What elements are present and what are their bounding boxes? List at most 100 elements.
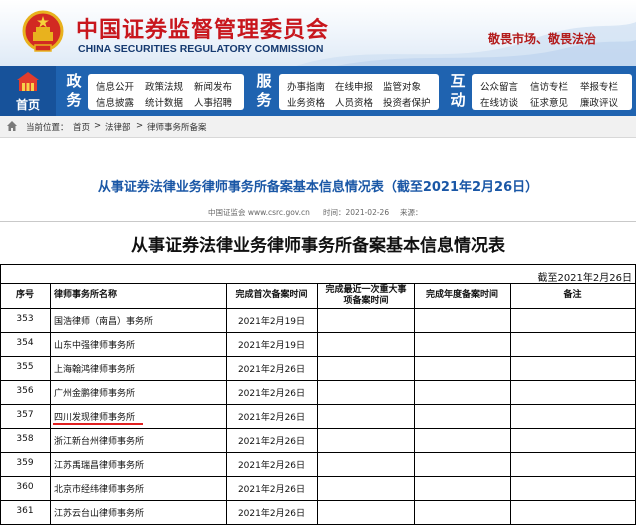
nav-links-government-affairs: 信息公开 政策法规 新闻发布 信息披露 统计数据 人事招聘 [88,74,244,110]
nav-link-policy-regulations[interactable]: 政策法规 [145,79,183,93]
breadcrumb-separator: > [136,121,144,131]
nav-links-services: 办事指南 在线申报 监管对象 业务资格 人员资格 投资者保护 [279,74,439,110]
table-border [0,452,636,453]
column-header-firm-name: 律师事务所名称 [54,290,118,300]
article-time: 时间：2021-02-26 [323,208,390,217]
breadcrumb-separator: > [94,121,102,131]
breadcrumb: 当前位置： 首页 > 法律部 > 律师事务所备案 [0,116,636,138]
nav-category-char: 政 [66,72,82,90]
row-first-filing: 2021年2月26日 [237,485,306,495]
table-border [414,283,415,524]
nav-category-char: 服 [256,72,272,90]
table-border [50,283,51,524]
nav-link-service-guide[interactable]: 办事指南 [287,79,325,93]
site-title-english: CHINA SECURITIES REGULATORY COMMISSION [78,43,324,55]
row-first-filing: 2021年2月26日 [237,509,306,519]
row-first-filing: 2021年2月26日 [237,365,306,375]
breadcrumb-legal-dept-link[interactable]: 法律部 [105,121,131,133]
row-first-filing: 2021年2月26日 [237,461,306,471]
nav-category-interaction: 互 动 [448,72,468,110]
row-no: 358 [16,434,34,444]
column-header-recent-filing: 完成最近一次重大事项备案时间 [325,285,407,306]
breadcrumb-home-link[interactable]: 首页 [73,121,90,133]
row-no: 361 [16,506,34,516]
column-header-remarks: 备注 [563,290,582,300]
nav-link-info-disclosure-public[interactable]: 信息公开 [96,79,134,93]
row-firm-name: 浙江新台州律师事务所 [54,437,145,447]
nav-link-integrity-review[interactable]: 廉政评议 [580,95,618,109]
table-border [0,500,636,501]
table-border [0,308,636,309]
article-title: 从事证券法律业务律师事务所备案基本信息情况表（截至2021年2月26日） [97,180,539,195]
main-nav: 首页 政 务 信息公开 政策法规 新闻发布 信息披露 统计数据 人事招聘 服 务… [0,66,636,116]
row-firm-name: 江苏禹瑞昌律师事务所 [54,461,145,471]
table-border [0,264,636,265]
nav-link-news-release[interactable]: 新闻发布 [194,79,232,93]
nav-link-report[interactable]: 举报专栏 [580,79,618,93]
row-firm-name-highlighted: 四川发现律师事务所 [54,413,136,423]
nav-link-recruitment[interactable]: 人事招聘 [194,95,232,109]
nav-category-char: 务 [66,91,82,109]
row-no: 360 [16,482,34,492]
row-first-filing: 2021年2月26日 [237,389,306,399]
site-header: 中国证券监督管理委员会 CHINA SECURITIES REGULATORY … [0,0,636,66]
breadcrumb-label: 当前位置： [26,123,69,133]
column-header-no: 序号 [15,290,34,300]
nav-home-label: 首页 [15,98,40,112]
table-border [0,404,636,405]
row-no: 357 [16,410,34,420]
row-first-filing: 2021年2月19日 [237,317,306,327]
table-border [0,356,636,357]
nav-link-info-disclosure[interactable]: 信息披露 [96,95,134,109]
column-header-annual-filing: 完成年度备案时间 [425,290,498,300]
column-header-first-filing: 完成首次备案时间 [235,290,308,300]
as-of-date: 截至2021年2月26日 [537,273,632,284]
nav-link-personnel-qualification[interactable]: 人员资格 [335,95,373,109]
row-no: 353 [16,314,34,324]
row-no: 355 [16,362,34,372]
nav-link-statistics[interactable]: 统计数据 [145,95,183,109]
nav-link-online-filing[interactable]: 在线申报 [335,79,373,93]
row-firm-name: 北京市经纬律师事务所 [54,485,145,495]
row-no: 354 [16,338,34,348]
nav-category-char: 务 [256,91,272,109]
article-source: 中国证监会 www.csrc.gov.cn [208,208,310,217]
table-border [317,283,318,524]
breadcrumb-current: 律师事务所备案 [147,123,207,133]
nav-home-button[interactable]: 首页 [0,66,56,116]
table-border [510,283,511,524]
home-building-icon [17,72,39,91]
row-no: 359 [16,458,34,468]
row-firm-name: 广州金鹏律师事务所 [54,389,136,399]
table-border [0,476,636,477]
table-title: 从事证券法律业务律师事务所备案基本信息情况表 [131,236,505,256]
nav-links-interaction: 公众留言 信访专栏 举报专栏 在线访谈 征求意见 廉政评议 [472,74,632,110]
table-border [0,332,636,333]
nav-link-online-interview[interactable]: 在线访谈 [480,95,518,109]
table-border [0,428,636,429]
row-firm-name: 上海翰鸿律师事务所 [54,365,136,375]
nav-link-petition[interactable]: 信访专栏 [530,79,568,93]
divider [0,221,636,222]
filing-table: 从事证券法律业务律师事务所备案基本信息情况表 截至2021年2月26日 序号 律… [0,228,636,525]
nav-category-char: 互 [450,72,466,90]
nav-link-regulated-entities[interactable]: 监管对象 [383,79,421,93]
nav-link-business-qualification[interactable]: 业务资格 [287,95,325,109]
row-firm-name: 江苏云台山律师事务所 [54,509,145,519]
national-emblem-icon [22,10,64,52]
row-firm-name: 山东中强律师事务所 [54,341,136,351]
row-first-filing: 2021年2月26日 [237,437,306,447]
article-origin: 来源： [400,208,423,217]
row-no: 356 [16,386,34,396]
site-title: 中国证券监督管理委员会 [76,17,330,43]
nav-category-services: 服 务 [254,72,274,110]
home-icon [7,121,17,131]
row-first-filing: 2021年2月19日 [237,341,306,351]
nav-link-public-message[interactable]: 公众留言 [480,79,518,93]
highlight-underline [53,423,143,425]
nav-link-investor-protection[interactable]: 投资者保护 [383,95,431,109]
table-border [0,380,636,381]
nav-link-solicit-opinions[interactable]: 征求意见 [530,95,568,109]
nav-category-char: 动 [450,91,466,109]
row-first-filing: 2021年2月26日 [237,413,306,423]
